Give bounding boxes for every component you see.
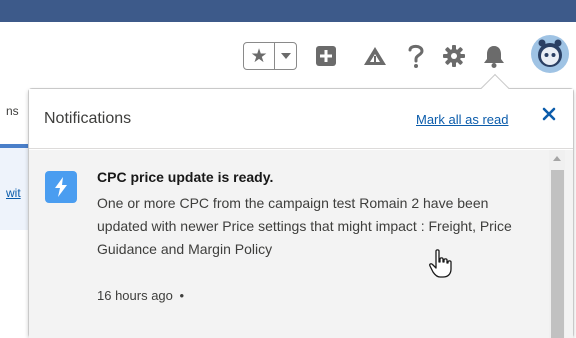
notifications-title: Notifications bbox=[44, 110, 132, 127]
notification-time-text: 16 hours ago bbox=[97, 288, 173, 303]
scroll-up-arrow-icon[interactable] bbox=[553, 156, 561, 161]
trailhead-icon[interactable] bbox=[362, 44, 388, 68]
notification-timestamp: 16 hours ago • bbox=[97, 288, 184, 303]
notifications-bell-icon[interactable] bbox=[482, 42, 506, 70]
help-icon[interactable] bbox=[404, 42, 428, 70]
background-tab-label: ns bbox=[6, 104, 19, 118]
close-icon[interactable] bbox=[542, 107, 560, 125]
chevron-down-icon[interactable] bbox=[275, 43, 296, 69]
scroll-thumb[interactable] bbox=[551, 170, 564, 338]
mark-all-read-link[interactable]: Mark all as read bbox=[416, 112, 508, 127]
notification-title: CPC price update is ready. bbox=[97, 169, 274, 185]
favorites-button-group[interactable]: ★ bbox=[243, 42, 297, 70]
setup-gear-icon[interactable] bbox=[442, 44, 466, 68]
add-icon[interactable] bbox=[314, 44, 338, 68]
notification-body: One or more CPC from the campaign test R… bbox=[97, 195, 512, 257]
top-band bbox=[0, 0, 576, 22]
hand-cursor-icon bbox=[429, 249, 455, 279]
lightning-icon bbox=[45, 171, 77, 203]
scrollbar[interactable] bbox=[549, 150, 565, 338]
notifications-panel: Notifications Mark all as read CPC price… bbox=[28, 88, 574, 338]
unread-dot: • bbox=[179, 288, 185, 303]
avatar[interactable] bbox=[530, 34, 570, 74]
background-link-text[interactable]: wit bbox=[6, 186, 21, 200]
favorites-star-icon[interactable]: ★ bbox=[244, 43, 275, 69]
